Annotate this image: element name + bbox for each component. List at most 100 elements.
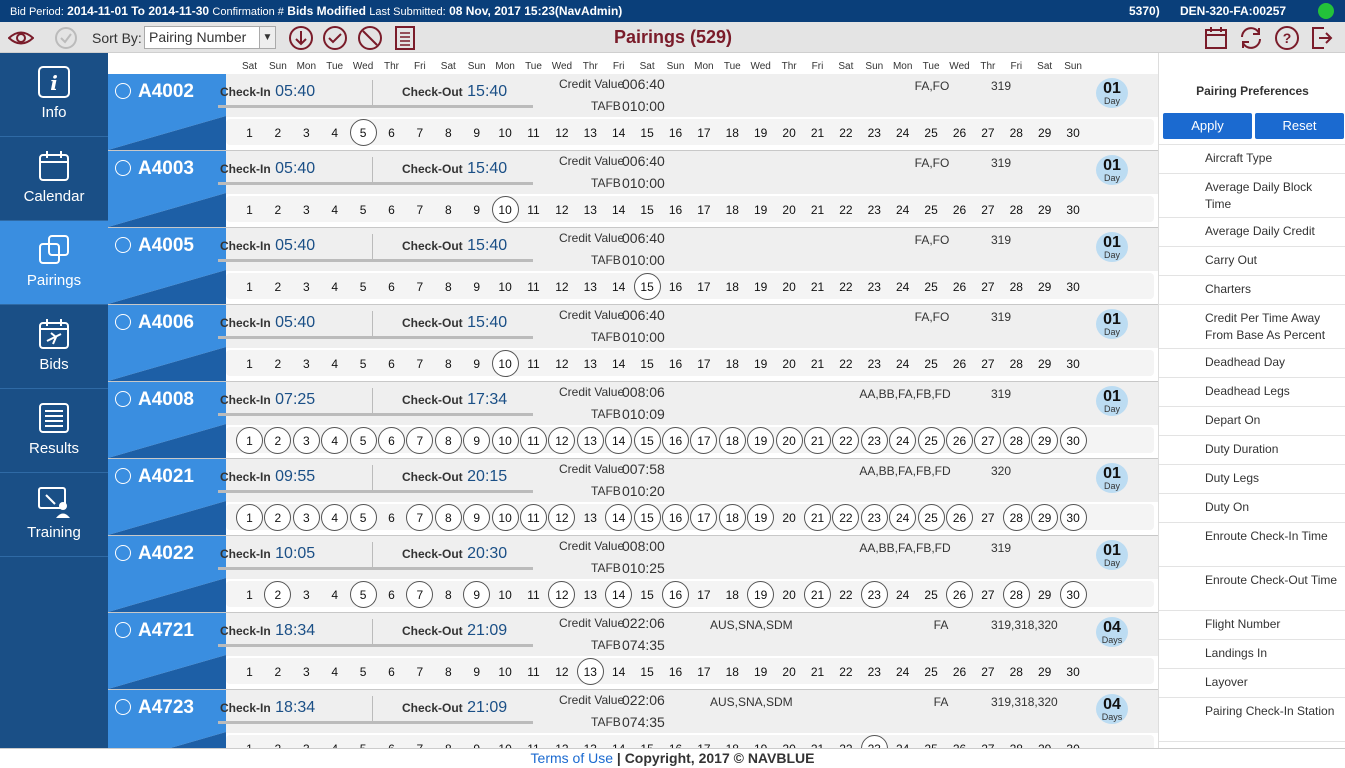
refresh-icon[interactable] <box>1238 25 1264 51</box>
terms-of-use-link[interactable]: Terms of Use <box>531 750 613 766</box>
calendar-day[interactable]: 10 <box>492 119 519 146</box>
calendar-day[interactable]: 23 <box>861 658 888 685</box>
calendar-day[interactable]: 21 <box>804 119 831 146</box>
calendar-day[interactable]: 28 <box>1003 658 1030 685</box>
calendar-day[interactable]: 4 <box>321 196 348 223</box>
calendar-day[interactable]: 12 <box>548 196 575 223</box>
pairing-row[interactable]: A4723 Check-In 18:34 Check-Out 21:09 Credit… <box>108 690 1158 748</box>
calendar-day[interactable]: 24 <box>889 581 916 608</box>
calendar-day[interactable]: 5 <box>349 427 377 454</box>
calendar-day[interactable]: 13 <box>576 658 604 685</box>
calendar-day[interactable]: 15 <box>634 196 661 223</box>
calendar-day[interactable]: 24 <box>889 119 916 146</box>
calendar-day[interactable]: 8 <box>434 504 462 531</box>
pairing-row[interactable]: A4003 Check-In 05:40 Check-Out 15:40 Credit… <box>108 151 1158 228</box>
calendar-day[interactable]: 15 <box>633 273 661 300</box>
calendar-day[interactable]: 27 <box>974 658 1001 685</box>
calendar-day[interactable]: 24 <box>889 350 916 377</box>
calendar-day[interactable]: 28 <box>1003 735 1030 748</box>
calendar-day[interactable]: 29 <box>1031 504 1059 531</box>
preference-item[interactable]: Landings In <box>1159 639 1345 668</box>
calendar-day[interactable]: 2 <box>264 735 291 748</box>
calendar-day[interactable]: 26 <box>946 658 973 685</box>
sort-by-select[interactable]: Pairing Number ▼ <box>144 26 276 49</box>
calendar-day[interactable]: 6 <box>378 273 405 300</box>
select-radio[interactable] <box>115 160 131 176</box>
calendar-day[interactable]: 13 <box>577 196 604 223</box>
calendar-day[interactable]: 19 <box>747 196 774 223</box>
calendar-day[interactable]: 8 <box>435 119 462 146</box>
preference-item[interactable]: Enroute Check-Out Time <box>1159 566 1345 610</box>
preference-item[interactable]: Enroute Check-In Time <box>1159 522 1345 566</box>
pairing-number[interactable]: A4721 <box>138 620 194 642</box>
calendar-day[interactable]: 21 <box>804 196 831 223</box>
calendar-day[interactable]: 20 <box>776 196 803 223</box>
calendar-day[interactable]: 12 <box>548 581 576 608</box>
preference-item[interactable]: Average Daily Credit <box>1159 217 1345 246</box>
select-radio[interactable] <box>115 468 131 484</box>
calendar-day[interactable]: 16 <box>662 427 689 454</box>
calendar-day[interactable]: 28 <box>1002 504 1030 531</box>
calendar-day[interactable]: 30 <box>1060 119 1087 146</box>
calendar-day[interactable]: 15 <box>634 581 661 608</box>
calendar-day[interactable]: 18 <box>718 427 746 454</box>
calendar-day[interactable]: 20 <box>776 735 803 748</box>
calendar-day[interactable]: 10 <box>491 196 519 223</box>
calendar-day[interactable]: 13 <box>577 273 604 300</box>
calendar-day[interactable]: 21 <box>804 658 831 685</box>
calendar-day[interactable]: 4 <box>321 581 348 608</box>
calendar-day[interactable]: 26 <box>946 119 973 146</box>
calendar-day[interactable]: 17 <box>690 658 717 685</box>
calendar-day[interactable]: 7 <box>406 581 434 608</box>
chevron-down-icon[interactable]: ▼ <box>259 27 275 48</box>
calendar-day[interactable]: 14 <box>605 735 632 748</box>
calendar-day[interactable]: 15 <box>634 350 661 377</box>
calendar-day[interactable]: 1 <box>236 119 263 146</box>
calendar-day[interactable]: 30 <box>1060 658 1087 685</box>
calendar-day[interactable]: 3 <box>293 350 320 377</box>
calendar-day[interactable]: 12 <box>548 427 576 454</box>
calendar-day[interactable]: 29 <box>1031 581 1058 608</box>
calendar-day[interactable]: 22 <box>832 735 859 748</box>
preference-item[interactable]: Duty Duration <box>1159 435 1345 464</box>
pairing-row[interactable]: A4005 Check-In 05:40 Check-Out 15:40 Credit… <box>108 228 1158 305</box>
calendar-day[interactable]: 2 <box>264 119 291 146</box>
calendar-day[interactable]: 6 <box>378 658 405 685</box>
calendar-day[interactable]: 12 <box>548 119 575 146</box>
eye-icon[interactable] <box>8 25 34 51</box>
calendar-day[interactable]: 7 <box>406 350 433 377</box>
calendar-day[interactable]: 2 <box>264 273 291 300</box>
calendar-day[interactable]: 4 <box>321 273 348 300</box>
calendar-day[interactable]: 13 <box>577 504 604 531</box>
calendar-day[interactable]: 18 <box>719 581 746 608</box>
calendar-day[interactable]: 26 <box>946 735 973 748</box>
calendar-day[interactable]: 11 <box>520 581 547 608</box>
calendar-day[interactable]: 13 <box>577 119 604 146</box>
calendar-day[interactable]: 9 <box>463 658 490 685</box>
calendar-day[interactable]: 5 <box>350 196 377 223</box>
calendar-day[interactable]: 3 <box>293 196 320 223</box>
calendar-day[interactable]: 24 <box>889 658 916 685</box>
calendar-day[interactable]: 22 <box>832 350 859 377</box>
calendar-day[interactable]: 11 <box>520 504 547 531</box>
sidebar-item-calendar[interactable]: Calendar <box>0 137 108 221</box>
calendar-day[interactable]: 18 <box>719 119 746 146</box>
calendar-day[interactable]: 3 <box>293 581 320 608</box>
calendar-day[interactable]: 25 <box>917 504 945 531</box>
calendar-day[interactable]: 17 <box>690 273 717 300</box>
calendar-day[interactable]: 21 <box>804 273 831 300</box>
calendar-day[interactable]: 17 <box>690 196 717 223</box>
calendar-day[interactable]: 14 <box>605 658 632 685</box>
calendar-day[interactable]: 16 <box>662 196 689 223</box>
calendar-day[interactable]: 20 <box>775 427 803 454</box>
calendar-day[interactable]: 1 <box>236 504 263 531</box>
calendar-day[interactable]: 19 <box>747 581 775 608</box>
calendar-day[interactable]: 7 <box>406 504 434 531</box>
calendar-day[interactable]: 26 <box>946 427 973 454</box>
calendar-day[interactable]: 22 <box>832 504 860 531</box>
calendar-day[interactable]: 13 <box>577 350 604 377</box>
sidebar-item-bids[interactable]: Bids <box>0 305 108 389</box>
select-radio[interactable] <box>115 83 131 99</box>
calendar-day[interactable]: 20 <box>776 350 803 377</box>
sidebar-item-pairings[interactable]: Pairings <box>0 221 108 305</box>
